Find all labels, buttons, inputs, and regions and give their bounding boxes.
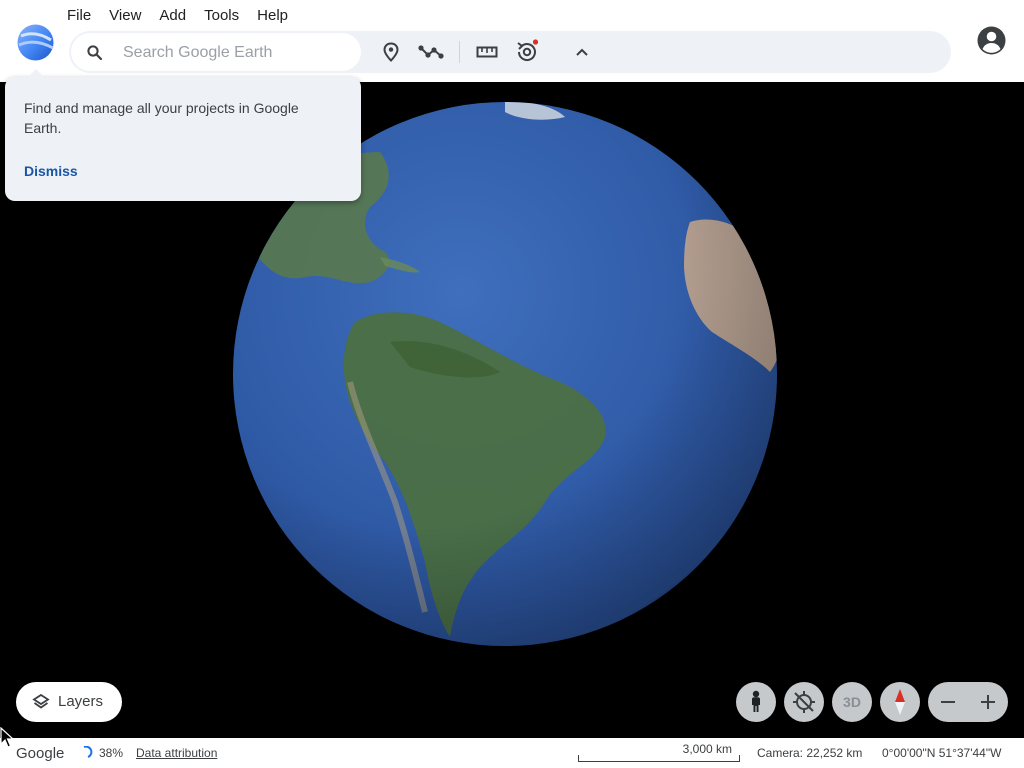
loading-percentage: 38% bbox=[99, 746, 124, 760]
menu-help[interactable]: Help bbox=[248, 4, 297, 26]
toolbar bbox=[69, 31, 951, 73]
draw-path-button[interactable] bbox=[418, 39, 444, 65]
history-icon bbox=[517, 39, 539, 61]
zoom-out-button[interactable] bbox=[928, 682, 968, 722]
historical-imagery-button[interactable] bbox=[514, 39, 540, 65]
plus-icon bbox=[981, 695, 995, 709]
projects-onboarding-tooltip: Find and manage all your projects in Goo… bbox=[5, 69, 361, 201]
status-bar: Google 38% Data attribution 3,000 km Cam… bbox=[0, 738, 1024, 768]
ruler-icon bbox=[476, 46, 498, 58]
path-icon bbox=[418, 45, 444, 59]
menu-add[interactable]: Add bbox=[150, 4, 195, 26]
chevron-up-icon bbox=[576, 48, 588, 56]
minus-icon bbox=[941, 701, 955, 703]
search-icon bbox=[87, 45, 103, 61]
location-disabled-icon bbox=[793, 691, 815, 713]
menu-view[interactable]: View bbox=[100, 4, 150, 26]
toolbar-divider bbox=[459, 41, 460, 63]
menu-tools[interactable]: Tools bbox=[195, 4, 248, 26]
layers-icon bbox=[32, 693, 50, 709]
measure-button[interactable] bbox=[474, 39, 500, 65]
place-marker-icon bbox=[383, 42, 399, 62]
dismiss-button[interactable]: Dismiss bbox=[24, 163, 78, 179]
zoom-control bbox=[928, 682, 1008, 722]
collapse-toolbar-button[interactable] bbox=[569, 39, 595, 65]
google-earth-logo[interactable] bbox=[17, 24, 54, 61]
data-attribution-link[interactable]: Data attribution bbox=[136, 746, 217, 760]
my-location-button[interactable] bbox=[784, 682, 824, 722]
toggle-3d-button[interactable]: 3D bbox=[832, 682, 872, 722]
search-box[interactable] bbox=[71, 33, 361, 71]
loading-spinner-icon bbox=[83, 746, 93, 758]
layers-label: Layers bbox=[58, 693, 104, 710]
layers-button[interactable]: Layers bbox=[16, 682, 122, 722]
notification-dot bbox=[532, 39, 539, 45]
search-input[interactable] bbox=[121, 41, 355, 65]
account-icon[interactable] bbox=[976, 25, 1007, 56]
compass-button[interactable] bbox=[880, 682, 920, 722]
zoom-in-button[interactable] bbox=[968, 682, 1008, 722]
scale-label: 3,000 km bbox=[682, 742, 732, 756]
cursor-coordinates: 0°00'00"N 51°37'44"W bbox=[882, 746, 1002, 760]
menu-bar: File View Add Tools Help bbox=[58, 4, 297, 26]
google-wordmark: Google bbox=[16, 745, 65, 762]
header: File View Add Tools Help bbox=[0, 0, 1024, 82]
street-view-button[interactable] bbox=[736, 682, 776, 722]
add-placemark-button[interactable] bbox=[378, 39, 404, 65]
mouse-pointer-icon bbox=[0, 727, 15, 748]
menu-file[interactable]: File bbox=[58, 4, 100, 26]
pegman-icon bbox=[752, 690, 760, 712]
tooltip-message: Find and manage all your projects in Goo… bbox=[24, 100, 299, 136]
compass-icon bbox=[895, 689, 905, 715]
scale-ruler bbox=[578, 755, 740, 762]
tooltip-arrow bbox=[27, 69, 45, 78]
three-d-label: 3D bbox=[843, 694, 861, 710]
camera-altitude: Camera: 22,252 km bbox=[757, 746, 863, 760]
scale-bar: 3,000 km bbox=[578, 742, 740, 762]
